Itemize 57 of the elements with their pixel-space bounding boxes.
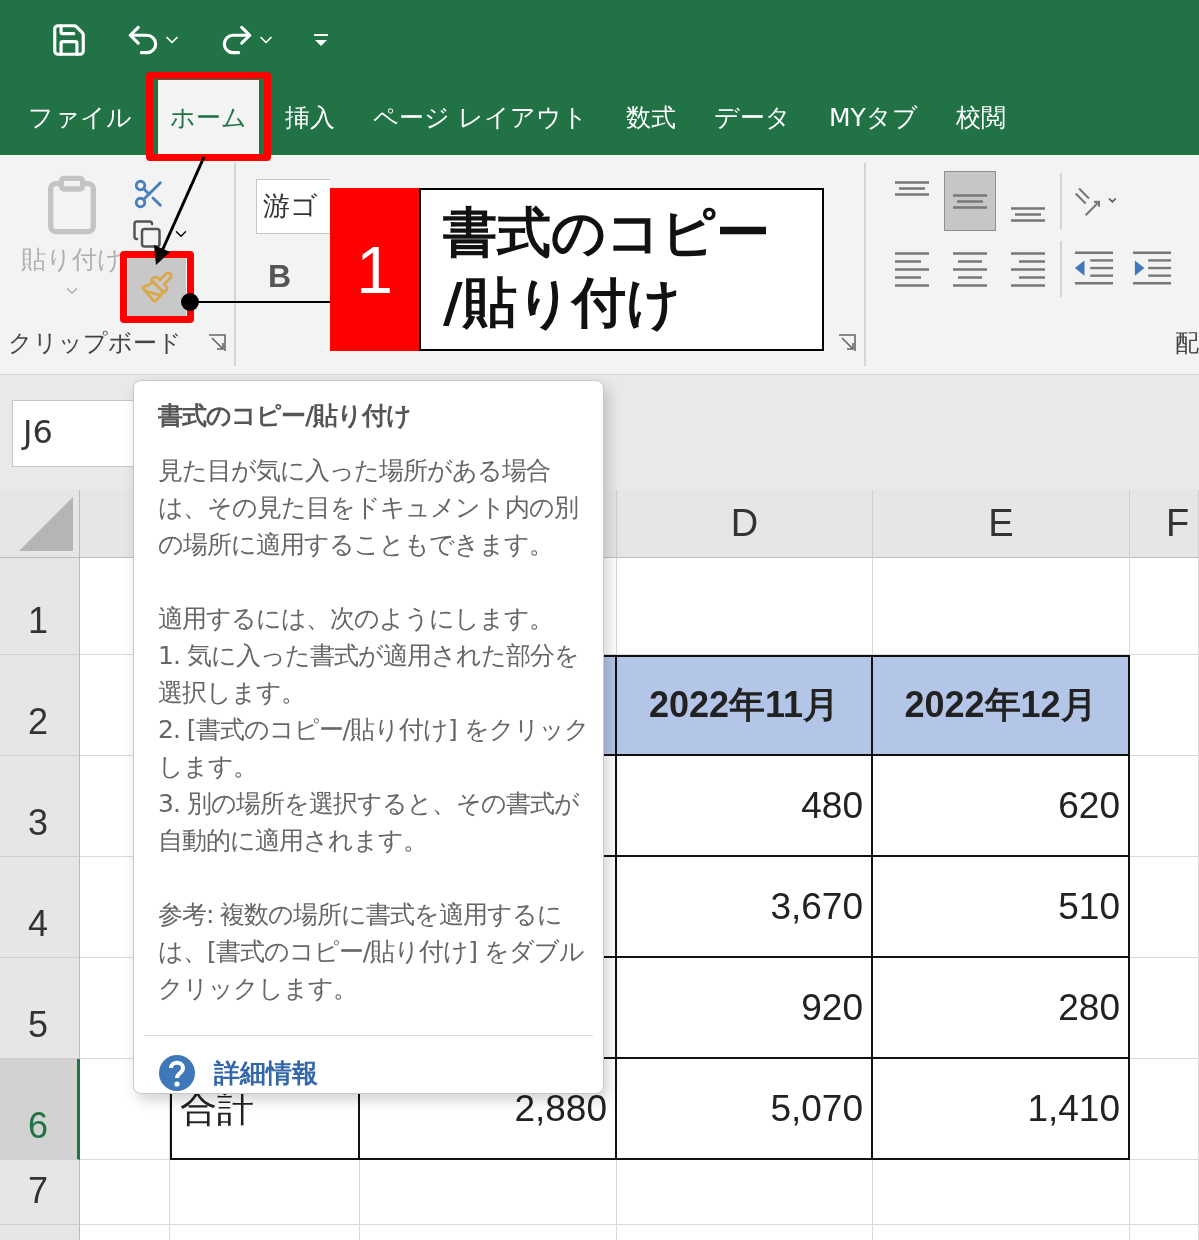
ribbon-tab[interactable]: MYタブ (816, 80, 930, 155)
save-icon (50, 21, 88, 59)
table-cell: 510 (873, 857, 1130, 958)
column-header[interactable]: D (617, 490, 873, 558)
ribbon-tab[interactable]: ページ レイアウト (361, 80, 600, 155)
table-cell: 280 (873, 958, 1130, 1059)
triangle-icon (19, 497, 73, 551)
format-painter-button[interactable] (128, 257, 186, 317)
group-label: クリップボード (8, 328, 182, 359)
row-header[interactable]: 7 (0, 1160, 80, 1225)
row-header[interactable]: 6 (0, 1059, 80, 1160)
step-number: 1 (330, 188, 419, 351)
font-name-field[interactable]: 游ゴ (256, 179, 330, 234)
table-cell: 620 (873, 756, 1130, 857)
callout-text: 書式のコピー /貼り付け (419, 188, 824, 351)
align-lines-icon (895, 180, 929, 196)
table-cell: 2022年11月 (617, 655, 873, 756)
tooltip-step: 2. [書式のコピー/貼り付け] をクリックします。 (158, 711, 593, 785)
row-header[interactable]: 1 (0, 558, 80, 655)
align-left-icon (895, 251, 929, 287)
paintbrush-icon (140, 270, 174, 304)
column-header[interactable]: E (873, 490, 1130, 558)
align-lines-icon (1011, 206, 1045, 222)
launcher-icon[interactable] (208, 334, 226, 352)
launcher-icon[interactable] (838, 334, 856, 352)
align-lines-icon (953, 193, 987, 209)
ribbon-tab[interactable]: 校閲 (943, 80, 1018, 155)
group-label: 配 (1175, 328, 1199, 359)
increase-indent-icon (1132, 251, 1172, 287)
ribbon-tab[interactable]: ファイル (16, 80, 144, 155)
table-cell: 1,410 (873, 1059, 1130, 1160)
bold-button[interactable]: B (256, 258, 304, 295)
copy-icon (132, 219, 162, 249)
table-cell: 920 (617, 958, 873, 1059)
vertical-align-button[interactable] (944, 171, 996, 231)
align-center-icon (953, 251, 987, 287)
table-cell: 5,070 (617, 1059, 873, 1160)
table-cell: 3,670 (617, 857, 873, 958)
decrease-indent-icon (1074, 251, 1114, 287)
table-cell: 2022年12月 (873, 655, 1130, 756)
tooltip-step: 3. 別の場所を選択すると、その書式が自動的に適用されます。 (158, 785, 593, 859)
table-cell (1130, 1160, 1199, 1225)
row-header[interactable]: 5 (0, 958, 80, 1059)
tooltip-text: 適用するには、次のようにします。 (158, 603, 554, 635)
row-header[interactable]: 2 (0, 655, 80, 756)
ribbon-tab[interactable]: 挿入 (273, 80, 347, 155)
tooltip-step: 1. 気に入った書式が適用された部分を選択します。 (158, 637, 593, 711)
ribbon-tab[interactable]: ホーム (158, 80, 259, 155)
table-cell: 480 (617, 756, 873, 857)
ribbon-tab[interactable]: データ (701, 80, 803, 155)
customize-icon (312, 32, 330, 48)
tooltip-text: 参考: 複数の場所に書式を適用するには、[書式のコピー/貼り付け] をダブルクリックします。 (158, 899, 585, 1005)
row-header[interactable]: 3 (0, 756, 80, 857)
ribbon-tab[interactable]: 数式 (613, 80, 688, 155)
column-header[interactable]: F (1130, 490, 1199, 558)
align-right-icon (1011, 251, 1045, 287)
row-header[interactable]: 4 (0, 857, 80, 958)
